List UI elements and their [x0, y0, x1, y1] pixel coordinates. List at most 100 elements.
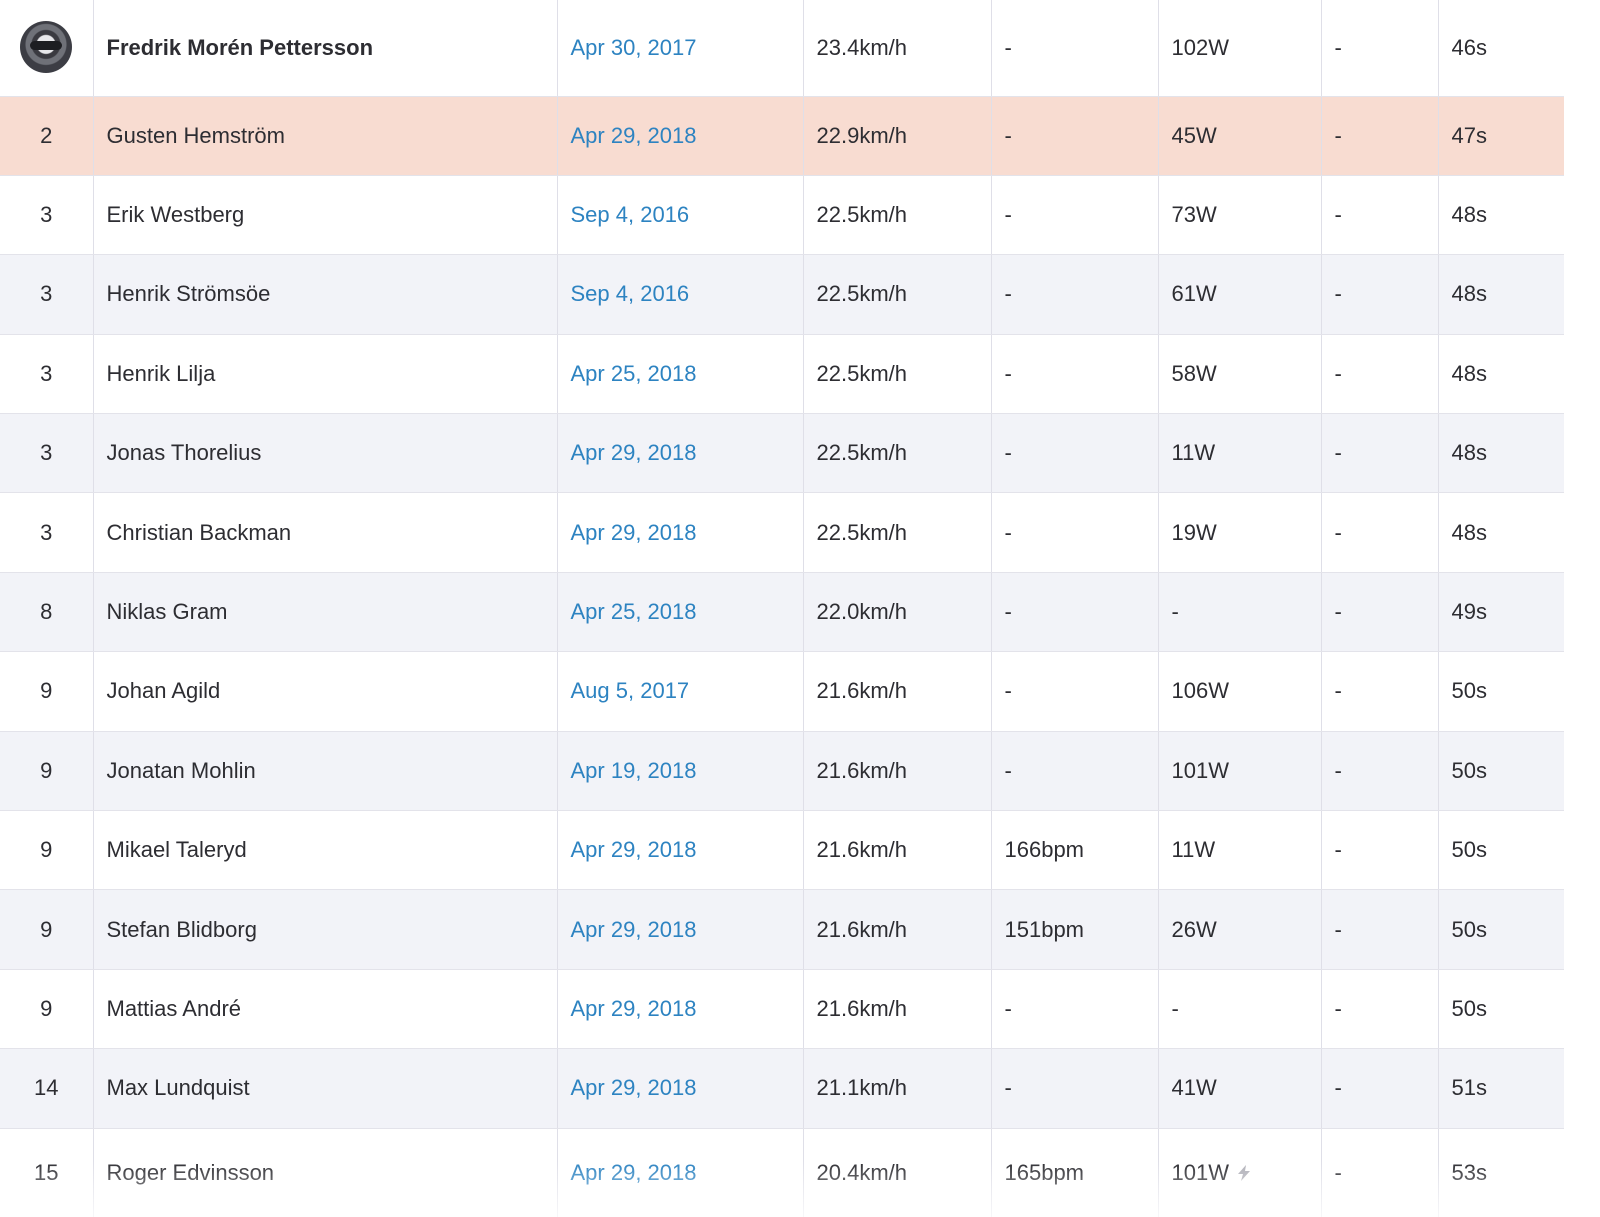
power-value: 101W [1171, 1160, 1229, 1186]
athlete-name[interactable]: Henrik Lilja [93, 334, 558, 415]
activity-date-link[interactable]: Apr 29, 2018 [557, 889, 804, 970]
rank-cell: 3 [0, 413, 94, 494]
athlete-name[interactable]: Mattias André [93, 969, 558, 1050]
activity-date-link[interactable]: Apr 29, 2018 [557, 1048, 804, 1129]
heart-rate-cell: - [991, 969, 1159, 1050]
table-row[interactable]: 9 Jonatan Mohlin Apr 19, 2018 21.6km/h -… [0, 731, 1564, 812]
table-row[interactable]: Fredrik Morén Pettersson Apr 30, 2017 23… [0, 0, 1564, 97]
athlete-name[interactable]: Mikael Taleryd [93, 810, 558, 891]
activity-date-link[interactable]: Apr 29, 2018 [557, 96, 804, 176]
activity-date-link[interactable]: Sep 4, 2016 [557, 254, 804, 335]
heart-rate-cell: - [991, 0, 1159, 97]
heart-rate-cell: 151bpm [991, 889, 1159, 970]
time-cell: 46s [1438, 0, 1564, 97]
heart-rate-cell: - [991, 731, 1159, 812]
vam-cell: - [1321, 492, 1439, 573]
table-row[interactable]: 3 Christian Backman Apr 29, 2018 22.5km/… [0, 492, 1564, 573]
activity-date-link[interactable]: Apr 25, 2018 [557, 334, 804, 415]
athlete-name[interactable]: Max Lundquist [93, 1048, 558, 1129]
vam-cell: - [1321, 413, 1439, 494]
vam-cell: - [1321, 334, 1439, 415]
vam-cell: - [1321, 572, 1439, 653]
vam-cell: - [1321, 0, 1439, 97]
table-row[interactable]: 3 Jonas Thorelius Apr 29, 2018 22.5km/h … [0, 413, 1564, 494]
speed-cell: 21.6km/h [803, 731, 992, 812]
power-cell: 101W [1158, 731, 1322, 812]
table-row[interactable]: 15 Roger Edvinsson Apr 29, 2018 20.4km/h… [0, 1128, 1564, 1217]
athlete-name[interactable]: Gusten Hemström [93, 96, 558, 176]
power-cell: - [1158, 572, 1322, 653]
time-cell: 50s [1438, 969, 1564, 1050]
athlete-name[interactable]: Niklas Gram [93, 572, 558, 653]
athlete-name[interactable]: Stefan Blidborg [93, 889, 558, 970]
activity-date-link[interactable]: Sep 4, 2016 [557, 175, 804, 256]
power-cell: 41W [1158, 1048, 1322, 1129]
speed-cell: 21.6km/h [803, 889, 992, 970]
speed-cell: 22.0km/h [803, 572, 992, 653]
table-row[interactable]: 8 Niklas Gram Apr 25, 2018 22.0km/h - - … [0, 572, 1564, 653]
rank-cell: 9 [0, 731, 94, 812]
table-row[interactable]: 3 Erik Westberg Sep 4, 2016 22.5km/h - 7… [0, 175, 1564, 256]
athlete-name[interactable]: Erik Westberg [93, 175, 558, 256]
table-row[interactable]: 2 Gusten Hemström Apr 29, 2018 22.9km/h … [0, 96, 1564, 176]
athlete-name[interactable]: Roger Edvinsson [93, 1128, 558, 1217]
rank-cell: 9 [0, 889, 94, 970]
heart-rate-cell: - [991, 1048, 1159, 1129]
time-cell: 50s [1438, 651, 1564, 732]
table-row[interactable]: 3 Henrik Strömsöe Sep 4, 2016 22.5km/h -… [0, 254, 1564, 335]
heart-rate-cell: 166bpm [991, 810, 1159, 891]
activity-date-link[interactable]: Apr 30, 2017 [557, 0, 804, 97]
time-cell: 48s [1438, 492, 1564, 573]
activity-date-link[interactable]: Apr 29, 2018 [557, 1128, 804, 1217]
athlete-name[interactable]: Jonatan Mohlin [93, 731, 558, 812]
athlete-name[interactable]: Henrik Strömsöe [93, 254, 558, 335]
vam-cell: - [1321, 889, 1439, 970]
speed-cell: 22.5km/h [803, 413, 992, 494]
athlete-name[interactable]: Johan Agild [93, 651, 558, 732]
table-row[interactable]: 9 Johan Agild Aug 5, 2017 21.6km/h - 106… [0, 651, 1564, 732]
power-cell: 11W [1158, 810, 1322, 891]
rank-cell: 3 [0, 492, 94, 573]
speed-cell: 21.6km/h [803, 969, 992, 1050]
heart-rate-cell: 165bpm [991, 1128, 1159, 1217]
rank-cell: 3 [0, 254, 94, 335]
speed-cell: 21.6km/h [803, 651, 992, 732]
table-row[interactable]: 3 Henrik Lilja Apr 25, 2018 22.5km/h - 5… [0, 334, 1564, 415]
athlete-name[interactable]: Jonas Thorelius [93, 413, 558, 494]
time-cell: 48s [1438, 413, 1564, 494]
speed-cell: 22.5km/h [803, 492, 992, 573]
speed-cell: 23.4km/h [803, 0, 992, 97]
rank-cell: 2 [0, 96, 94, 176]
activity-date-link[interactable]: Apr 29, 2018 [557, 492, 804, 573]
power-cell: 101W [1158, 1128, 1322, 1217]
activity-date-link[interactable]: Apr 29, 2018 [557, 810, 804, 891]
vam-cell: - [1321, 96, 1439, 176]
athlete-name[interactable]: Christian Backman [93, 492, 558, 573]
activity-date-link[interactable]: Aug 5, 2017 [557, 651, 804, 732]
power-cell: 58W [1158, 334, 1322, 415]
speed-cell: 22.5km/h [803, 334, 992, 415]
power-cell: 61W [1158, 254, 1322, 335]
lightning-bolt-icon [1237, 1165, 1250, 1182]
rank-cell: 9 [0, 810, 94, 891]
table-row[interactable]: 9 Mikael Taleryd Apr 29, 2018 21.6km/h 1… [0, 810, 1564, 891]
avatar[interactable] [20, 20, 73, 73]
vam-cell: - [1321, 651, 1439, 732]
table-row[interactable]: 9 Mattias André Apr 29, 2018 21.6km/h - … [0, 969, 1564, 1050]
time-cell: 53s [1438, 1128, 1564, 1217]
time-cell: 50s [1438, 810, 1564, 891]
heart-rate-cell: - [991, 572, 1159, 653]
speed-cell: 22.5km/h [803, 254, 992, 335]
activity-date-link[interactable]: Apr 29, 2018 [557, 969, 804, 1050]
vam-cell: - [1321, 969, 1439, 1050]
activity-date-link[interactable]: Apr 25, 2018 [557, 572, 804, 653]
table-row[interactable]: 9 Stefan Blidborg Apr 29, 2018 21.6km/h … [0, 889, 1564, 970]
athlete-name[interactable]: Fredrik Morén Pettersson [93, 0, 558, 97]
time-cell: 51s [1438, 1048, 1564, 1129]
table-row[interactable]: 14 Max Lundquist Apr 29, 2018 21.1km/h -… [0, 1048, 1564, 1129]
power-cell: - [1158, 969, 1322, 1050]
activity-date-link[interactable]: Apr 19, 2018 [557, 731, 804, 812]
speed-cell: 20.4km/h [803, 1128, 992, 1217]
rank-cell: 3 [0, 175, 94, 256]
activity-date-link[interactable]: Apr 29, 2018 [557, 413, 804, 494]
